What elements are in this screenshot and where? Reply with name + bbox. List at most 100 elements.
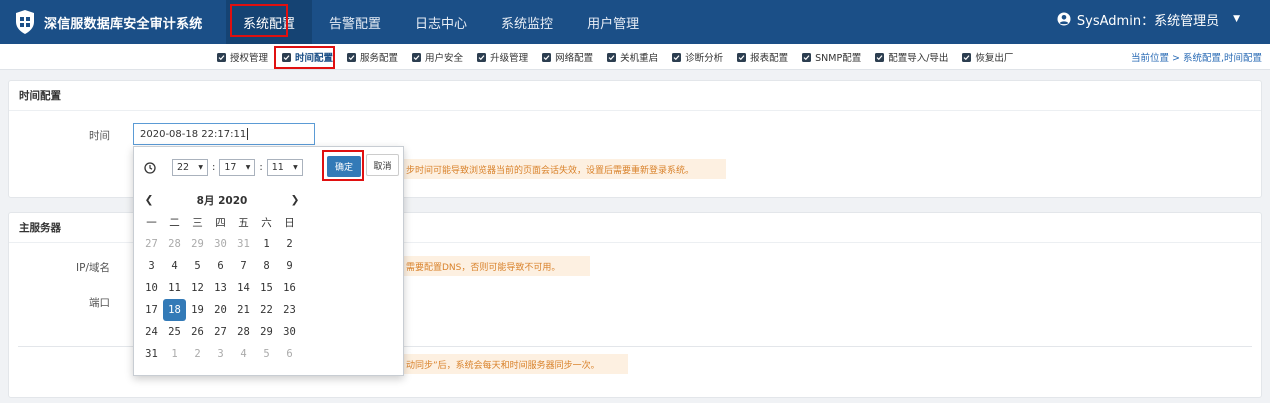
sub-nav-label: 网络配置 <box>555 53 594 64</box>
checkbox-icon <box>542 52 552 62</box>
calendar-day[interactable]: 21 <box>232 299 255 321</box>
calendar-day[interactable]: 17 <box>140 299 163 321</box>
sub-nav-items: 授权管理 时间配置 服务配置 用户安全 升级管理 网络配置 关机重启 诊断分析 报表配置 SNMP… <box>210 44 1020 70</box>
calendar-day[interactable]: 12 <box>186 277 209 299</box>
top-menu-item[interactable]: 告警配置 <box>312 0 398 44</box>
checkbox-icon <box>607 52 617 62</box>
calendar-day[interactable]: 28 <box>232 321 255 343</box>
sub-nav-label: 服务配置 <box>360 53 399 64</box>
calendar-day[interactable]: 5 <box>186 255 209 277</box>
calendar-day[interactable]: 6 <box>209 255 232 277</box>
top-menu-item[interactable]: 系统监控 <box>484 0 570 44</box>
calendar-day[interactable]: 13 <box>209 277 232 299</box>
second-value: 11 <box>271 162 284 173</box>
calendar-day[interactable]: 29 <box>186 233 209 255</box>
time-notice: 步时间可能导致浏览器当前的页面会话失效，设置后需要重新登录系统。 <box>400 159 726 179</box>
calendar-day[interactable]: 5 <box>255 343 278 365</box>
calendar-day[interactable]: 7 <box>232 255 255 277</box>
calendar-day[interactable]: 29 <box>255 321 278 343</box>
time-input[interactable]: 2020-08-18 22:17:11 <box>133 123 315 145</box>
sub-nav-label: 诊断分析 <box>685 53 724 64</box>
sub-nav-label: 升级管理 <box>490 53 529 64</box>
confirm-button[interactable]: 确定 <box>327 156 361 177</box>
calendar-day[interactable]: 11 <box>163 277 186 299</box>
calendar-day[interactable]: 28 <box>163 233 186 255</box>
port-label: 端口 <box>89 297 110 309</box>
calendar-day[interactable]: 3 <box>209 343 232 365</box>
calendar-day[interactable]: 1 <box>163 343 186 365</box>
calendar-day[interactable]: 6 <box>278 343 301 365</box>
checkbox-icon <box>962 52 972 62</box>
calendar-day[interactable]: 31 <box>140 343 163 365</box>
checkbox-icon <box>477 52 487 62</box>
sub-nav-item[interactable]: 关机重启 <box>600 44 665 70</box>
sub-nav-item[interactable]: 时间配置 <box>275 44 340 70</box>
calendar-day[interactable]: 27 <box>209 321 232 343</box>
minute-select[interactable]: 17 ▼ <box>219 159 256 176</box>
sub-nav-label: 报表配置 <box>750 53 789 64</box>
cancel-button[interactable]: 取消 <box>366 154 399 176</box>
sub-nav-item[interactable]: 恢复出厂 <box>955 44 1020 70</box>
time-input-value: 2020-08-18 22:17:11 <box>140 128 247 140</box>
brand: 深信服数据库安全审计系统 <box>14 0 202 44</box>
sub-nav-item[interactable]: 网络配置 <box>535 44 600 70</box>
weekday-label: 一 <box>146 216 157 229</box>
calendar-day[interactable]: 4 <box>232 343 255 365</box>
time-selectors: 22 ▼ : 17 ▼ : 11 ▼ <box>144 159 303 176</box>
calendar-day[interactable]: 10 <box>140 277 163 299</box>
calendar-day[interactable]: 3 <box>140 255 163 277</box>
second-select[interactable]: 11 ▼ <box>266 159 303 176</box>
top-menu-item[interactable]: 日志中心 <box>398 0 484 44</box>
sub-nav-label: SNMP配置 <box>815 53 862 64</box>
calendar-day[interactable]: 27 <box>140 233 163 255</box>
calendar-day[interactable]: 31 <box>232 233 255 255</box>
calendar-day[interactable]: 23 <box>278 299 301 321</box>
checkbox-icon <box>875 52 885 62</box>
calendar-day[interactable]: 16 <box>278 277 301 299</box>
sub-nav-item[interactable]: 服务配置 <box>340 44 405 70</box>
calendar-day[interactable]: 25 <box>163 321 186 343</box>
sub-nav-item[interactable]: SNMP配置 <box>795 44 868 70</box>
top-navbar: 深信服数据库安全审计系统 系统配置 告警配置 日志中心 系统监控 用户管理 SysAdm… <box>0 0 1270 44</box>
calendar-day[interactable]: 19 <box>186 299 209 321</box>
next-month-icon[interactable]: ❯ <box>286 194 304 206</box>
calendar-day[interactable]: 24 <box>140 321 163 343</box>
sub-nav-item[interactable]: 诊断分析 <box>665 44 730 70</box>
calendar-day[interactable]: 15 <box>255 277 278 299</box>
sub-nav-item[interactable]: 报表配置 <box>730 44 795 70</box>
checkbox-icon <box>347 52 357 62</box>
sub-nav-label: 授权管理 <box>230 53 269 64</box>
sub-nav-item[interactable]: 配置导入/导出 <box>868 44 955 70</box>
calendar-day[interactable]: 2 <box>278 233 301 255</box>
select-arrow-icon: ▼ <box>198 164 203 171</box>
top-menu-item[interactable]: 系统配置 <box>226 0 313 44</box>
calendar-day[interactable]: 30 <box>278 321 301 343</box>
calendar-day[interactable]: 26 <box>186 321 209 343</box>
weekday-label: 六 <box>261 216 272 229</box>
panel-title-time: 时间配置 <box>9 81 1261 111</box>
calendar-day[interactable]: 2 <box>186 343 209 365</box>
prev-month-icon[interactable]: ❮ <box>140 194 158 206</box>
sub-nav-item[interactable]: 授权管理 <box>210 44 275 70</box>
top-menu-item[interactable]: 用户管理 <box>570 0 656 44</box>
calendar-day[interactable]: 8 <box>255 255 278 277</box>
calendar-day[interactable]: 9 <box>278 255 301 277</box>
sub-nav-item[interactable]: 用户安全 <box>405 44 470 70</box>
calendar-day[interactable]: 20 <box>209 299 232 321</box>
top-menu: 系统配置 告警配置 日志中心 系统监控 用户管理 <box>226 0 656 44</box>
calendar-day[interactable]: 4 <box>163 255 186 277</box>
clock-icon <box>144 161 156 174</box>
calendar-day[interactable]: 1 <box>255 233 278 255</box>
calendar-day-selected[interactable]: 18 <box>163 299 186 321</box>
user-menu[interactable]: SysAdmin：系统管理员 ▼ <box>1057 0 1240 38</box>
calendar-day[interactable]: 30 <box>209 233 232 255</box>
sub-nav-label: 关机重启 <box>620 53 659 64</box>
calendar-day[interactable]: 14 <box>232 277 255 299</box>
sub-nav-item[interactable]: 升级管理 <box>470 44 535 70</box>
calendar-week-row: 24 25 26 27 28 29 30 <box>140 321 304 343</box>
calendar-day[interactable]: 22 <box>255 299 278 321</box>
text-cursor <box>247 128 249 140</box>
checkbox-icon <box>217 52 226 62</box>
select-arrow-icon: ▼ <box>245 164 251 171</box>
hour-select[interactable]: 22 ▼ <box>172 159 208 176</box>
